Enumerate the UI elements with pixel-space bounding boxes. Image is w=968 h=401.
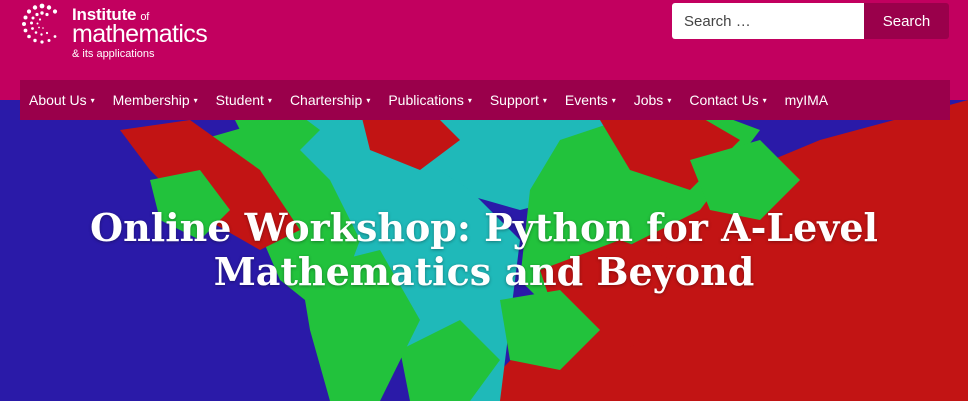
main-nav: About Us ▾ Membership ▾ Student ▾ Chartership ▾… [20, 80, 950, 120]
nav-item-publications[interactable]: Publications ▾ [379, 80, 481, 120]
chevron-down-icon: ▾ [90, 96, 95, 105]
nav-item-label: Support [489, 92, 539, 108]
page-title: Online Workshop: Python for A-Level Math… [0, 206, 968, 294]
page-title-line-2: Mathematics and Beyond [213, 249, 755, 294]
nav-item-student[interactable]: Student ▾ [207, 80, 281, 120]
chevron-down-icon: ▾ [467, 96, 472, 105]
hero-banner: Online Workshop: Python for A-Level Math… [0, 100, 968, 401]
page-title-line-1: Online Workshop: Python for A-Level [90, 205, 878, 250]
search-button[interactable]: Search [864, 3, 949, 39]
nav-item-label: Membership [112, 92, 190, 108]
nav-item-label: Events [564, 92, 608, 108]
nav-item-label: myIMA [784, 92, 829, 108]
chevron-down-icon: ▾ [611, 96, 616, 105]
nav-item-label: About Us [29, 92, 87, 108]
logo-text-mathematics: mathematics [72, 20, 208, 48]
search-form: Search [672, 3, 949, 39]
nav-item-chartership[interactable]: Chartership ▾ [281, 80, 379, 120]
nav-item-support[interactable]: Support ▾ [481, 80, 556, 120]
nav-item-label: Student [215, 92, 264, 108]
chevron-down-icon: ▾ [193, 96, 198, 105]
chevron-down-icon: ▾ [542, 96, 547, 105]
logo-dot-spiral-icon [22, 3, 58, 44]
nav-item-label: Contact Us [689, 92, 759, 108]
chevron-down-icon: ▾ [762, 96, 767, 105]
nav-item-jobs[interactable]: Jobs ▾ [625, 80, 681, 120]
nav-item-membership[interactable]: Membership ▾ [104, 80, 207, 120]
logo-text-applications: & its applications [72, 48, 155, 60]
nav-item-myima[interactable]: myIMA [776, 80, 838, 120]
search-input[interactable] [672, 3, 864, 39]
nav-item-contact-us[interactable]: Contact Us ▾ [680, 80, 775, 120]
chevron-down-icon: ▾ [366, 96, 371, 105]
nav-item-label: Publications [388, 92, 464, 108]
ima-logo[interactable]: Institute of mathematics & its applicatio… [20, 2, 250, 62]
nav-item-label: Chartership [289, 92, 363, 108]
site-header: Institute of mathematics & its applicatio… [0, 0, 968, 80]
chevron-down-icon: ▾ [267, 96, 272, 105]
nav-item-label: Jobs [633, 92, 664, 108]
nav-item-events[interactable]: Events ▾ [556, 80, 625, 120]
chevron-down-icon: ▾ [667, 96, 672, 105]
nav-item-about-us[interactable]: About Us ▾ [20, 80, 104, 120]
